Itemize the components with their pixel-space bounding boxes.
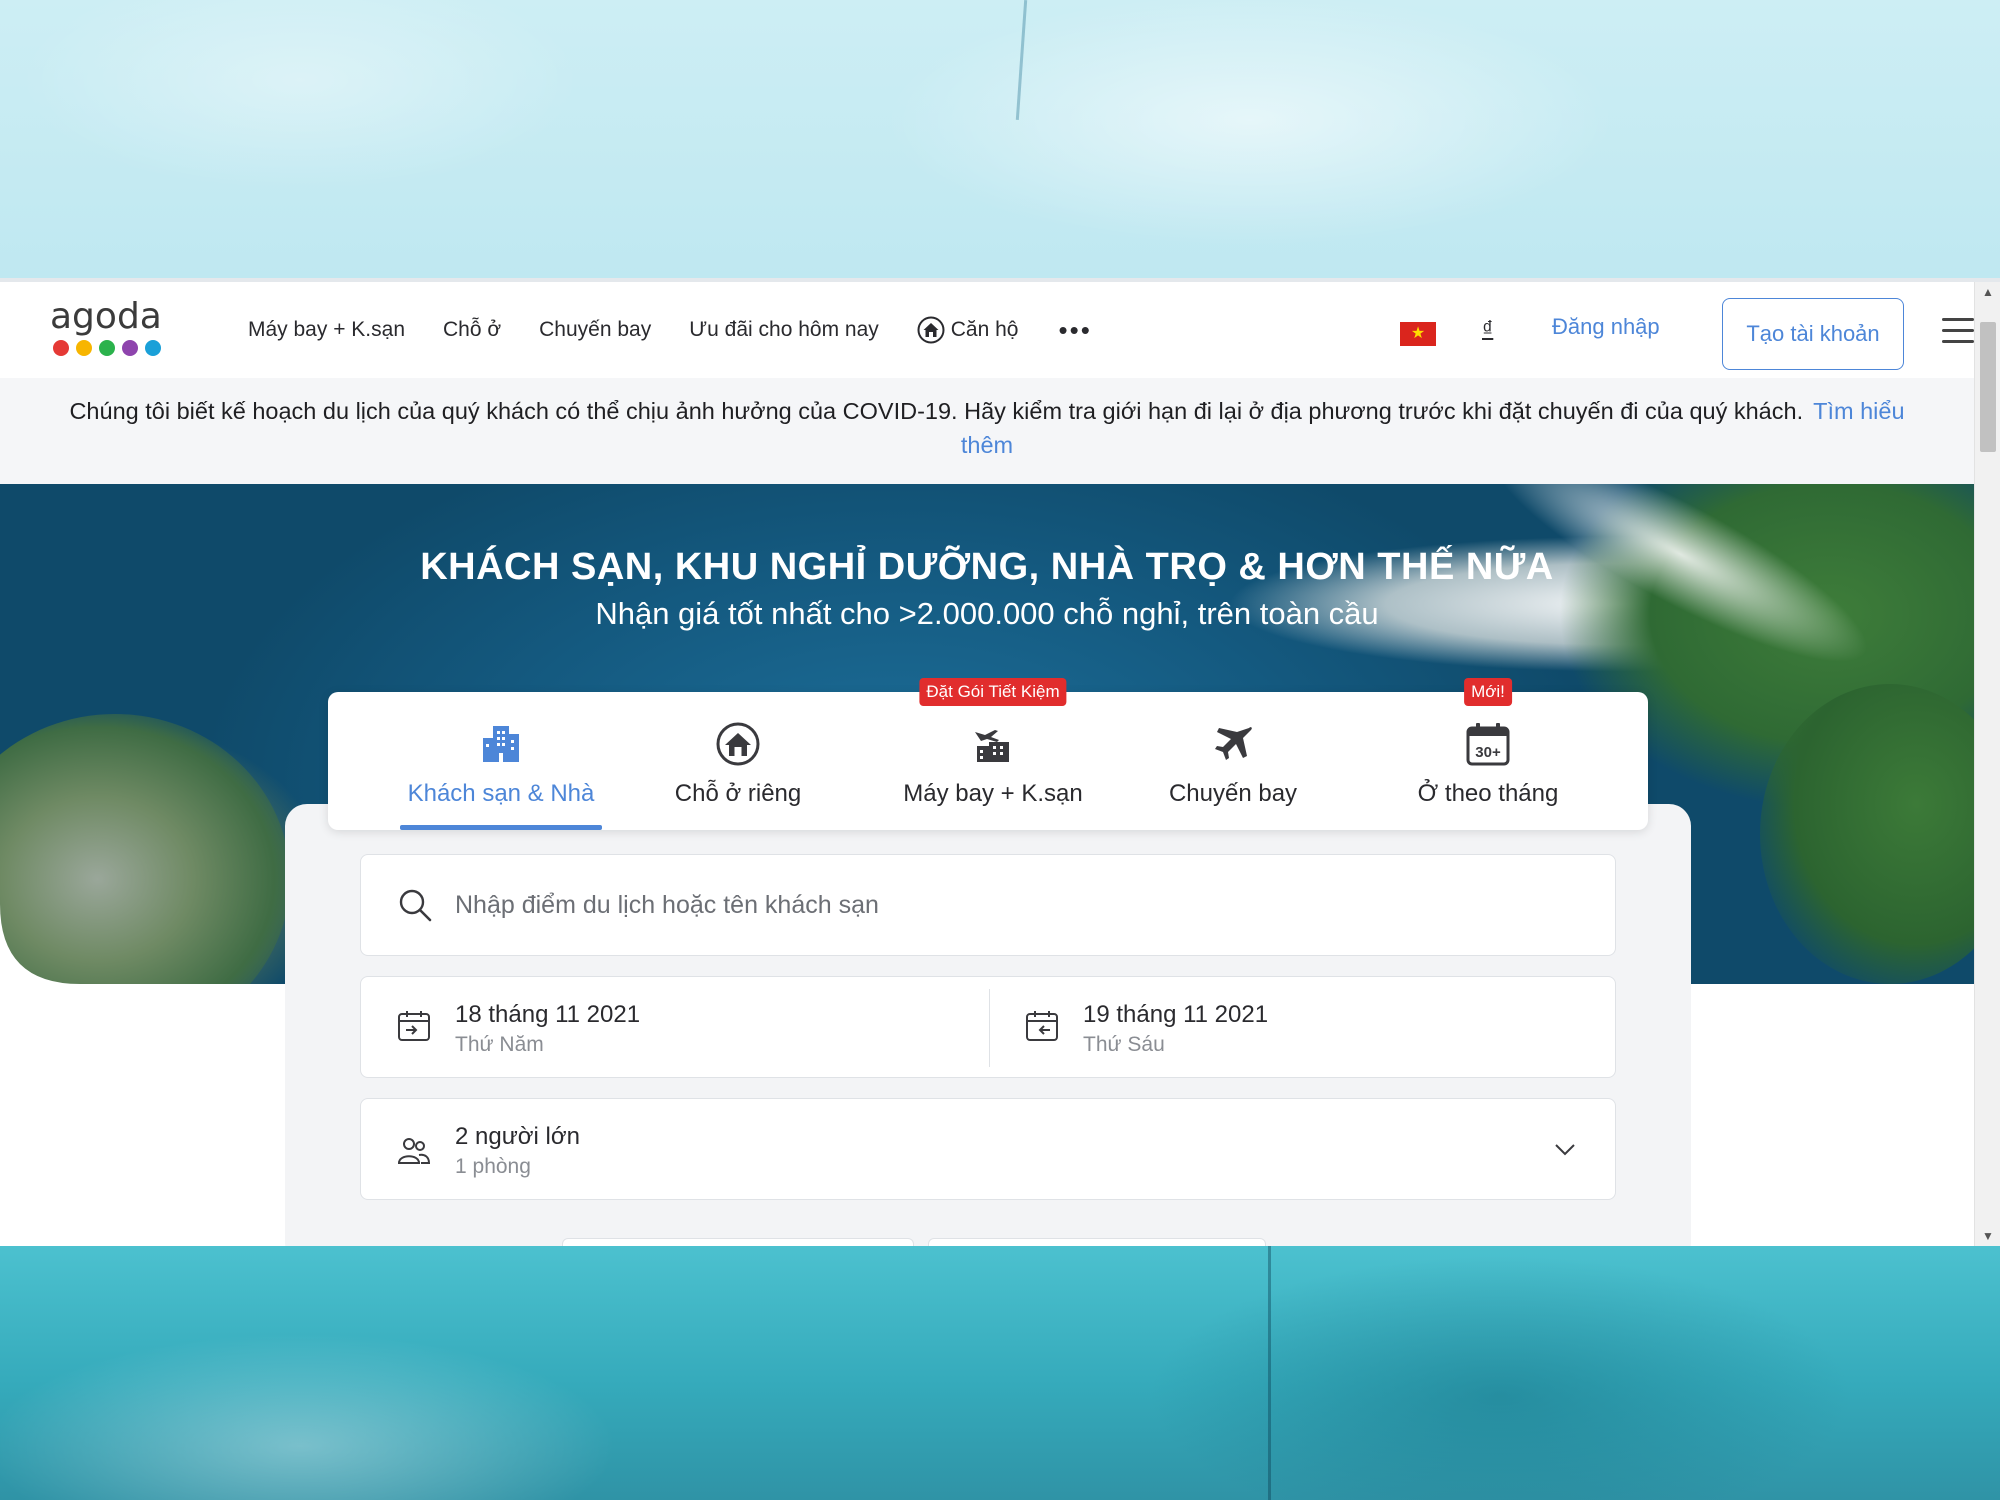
checkout-date[interactable]: 19 tháng 11 2021 Thứ Sáu bbox=[989, 977, 1617, 1079]
checkin-date[interactable]: 18 tháng 11 2021 Thứ Năm bbox=[361, 977, 989, 1079]
tab-flight-hotel[interactable]: Đặt Gói Tiết Kiệm Máy bay + K.sạn bbox=[888, 678, 1098, 830]
option-pill-partial[interactable] bbox=[928, 1238, 1266, 1246]
airplane-icon bbox=[1215, 727, 1252, 760]
page-scrollbar[interactable]: ▲ ▼ bbox=[1974, 282, 2000, 1246]
home-icon bbox=[917, 316, 945, 344]
tab-label: Chuyến bay bbox=[1168, 780, 1298, 807]
logo-dot bbox=[76, 340, 92, 356]
nav-label: Chuyến bay bbox=[539, 318, 652, 341]
hero-corner-curve bbox=[0, 904, 80, 984]
checkin-weekday: Thứ Năm bbox=[455, 1033, 544, 1056]
checkout-date-value: 19 tháng 11 2021 bbox=[1083, 1001, 1269, 1028]
tab-hotels-homes[interactable]: Khách sạn & Nhà bbox=[400, 692, 602, 830]
main-nav: Máy bay + K.sạn Chỗ ở Chuyến bay Ưu đãi … bbox=[248, 282, 1130, 378]
logo-dots bbox=[53, 340, 170, 356]
nav-label: Ưu đãi cho hôm nay bbox=[689, 318, 879, 341]
tab-flights[interactable]: Chuyến bay bbox=[1158, 692, 1308, 830]
checkin-date-value: 18 tháng 11 2021 bbox=[455, 1001, 641, 1028]
logo-dot bbox=[53, 340, 69, 356]
login-link[interactable]: Đăng nhập bbox=[1552, 314, 1660, 340]
scrollbar-thumb[interactable] bbox=[1980, 322, 1996, 452]
nav-apartments[interactable]: Căn hộ bbox=[917, 316, 1019, 344]
destination-search-input[interactable] bbox=[455, 890, 1555, 920]
tab-monthly-stays[interactable]: Mới! 30+ Ở theo tháng bbox=[1388, 678, 1588, 830]
tab-label: Ở theo tháng bbox=[1417, 780, 1559, 807]
date-range-picker: 18 tháng 11 2021 Thứ Năm 19 tháng 11 202… bbox=[360, 976, 1616, 1078]
nav-label: Căn hộ bbox=[950, 318, 1019, 341]
tab-private-stays[interactable]: Chỗ ở riêng bbox=[658, 692, 818, 830]
checkin-calendar-icon bbox=[398, 1011, 430, 1041]
menu-line bbox=[1942, 340, 1974, 343]
logo-dot bbox=[145, 340, 161, 356]
promo-badge: Đặt Gói Tiết Kiệm bbox=[919, 678, 1067, 706]
checkout-calendar-icon bbox=[1026, 1011, 1058, 1041]
hotel-building-icon bbox=[483, 726, 519, 762]
nav-label: Máy bay + K.sạn bbox=[248, 318, 405, 341]
nav-deals-today[interactable]: Ưu đãi cho hôm nay bbox=[689, 318, 879, 342]
agoda-page: KHÁCH SẠN, KHU NGHỈ DƯỠNG, NHÀ TRỌ & HƠN… bbox=[0, 282, 1974, 1246]
covid-notice-text: Chúng tôi biết kế hoạch du lịch của quý … bbox=[69, 398, 1804, 424]
destination-search-box[interactable] bbox=[360, 854, 1616, 956]
agoda-logo[interactable]: agoda bbox=[50, 298, 170, 364]
product-tabs: Khách sạn & Nhà Chỗ ở riêng Đặt Gói Tiết… bbox=[328, 678, 1648, 830]
guests-room-selector[interactable]: 2 người lớn 1 phòng bbox=[360, 1098, 1616, 1200]
hero-title: KHÁCH SẠN, KHU NGHỈ DƯỠNG, NHÀ TRỌ & HƠN… bbox=[420, 546, 1554, 588]
browser-window: KHÁCH SẠN, KHU NGHỈ DƯỠNG, NHÀ TRỌ & HƠN… bbox=[0, 278, 2000, 1246]
flight-hotel-icon bbox=[975, 730, 1009, 762]
scroll-down-arrow-icon[interactable]: ▼ bbox=[1975, 1226, 2000, 1246]
chevron-down-icon bbox=[1555, 1144, 1575, 1156]
hero-subtitle: Nhận giá tốt nhất cho >2.000.000 chỗ ngh… bbox=[595, 596, 1379, 631]
option-pill-partial[interactable] bbox=[562, 1238, 914, 1246]
nav-flights[interactable]: Chuyến bay bbox=[539, 318, 651, 342]
vietnam-flag-icon[interactable]: ★ bbox=[1400, 322, 1436, 346]
more-menu-icon[interactable]: ••• bbox=[1058, 315, 1091, 346]
currency-selector[interactable]: ₫ bbox=[1482, 316, 1493, 342]
logo-dot bbox=[99, 340, 115, 356]
top-header: agoda Máy bay + K.sạn Chỗ ở Chuyến bay Ư… bbox=[0, 282, 1974, 378]
active-tab-indicator bbox=[400, 825, 602, 830]
desktop-background-bottom bbox=[0, 1246, 2000, 1500]
guests-count: 2 người lớn bbox=[455, 1123, 580, 1150]
desktop-background-top bbox=[0, 0, 2000, 278]
nav-flight-hotel[interactable]: Máy bay + K.sạn bbox=[248, 318, 405, 342]
checkout-weekday: Thứ Sáu bbox=[1083, 1033, 1165, 1056]
nav-accommodation[interactable]: Chỗ ở bbox=[443, 318, 501, 342]
tab-label: Khách sạn & Nhà bbox=[407, 780, 595, 807]
hamburger-menu-icon[interactable] bbox=[1942, 318, 1974, 346]
rooms-count: 1 phòng bbox=[455, 1155, 531, 1178]
logo-dot bbox=[122, 340, 138, 356]
calendar-30-icon: 30+ bbox=[1466, 723, 1510, 766]
tab-label: Chỗ ở riêng bbox=[674, 780, 802, 807]
logo-wordmark: agoda bbox=[50, 296, 162, 337]
new-badge: Mới! bbox=[1464, 678, 1512, 706]
hero-island-right bbox=[1760, 684, 1974, 984]
guests-icon bbox=[397, 1138, 431, 1164]
menu-line bbox=[1942, 318, 1974, 321]
tab-label: Máy bay + K.sạn bbox=[903, 780, 1083, 807]
create-account-button[interactable]: Tạo tài khoản bbox=[1722, 298, 1904, 370]
scroll-up-arrow-icon[interactable]: ▲ bbox=[1975, 282, 2000, 302]
covid-notice: Chúng tôi biết kế hoạch du lịch của quý … bbox=[0, 378, 1974, 484]
svg-text:30+: 30+ bbox=[1475, 744, 1501, 761]
nav-label: Chỗ ở bbox=[443, 318, 502, 341]
search-icon bbox=[399, 889, 432, 922]
home-icon bbox=[716, 722, 760, 766]
menu-line bbox=[1942, 329, 1974, 332]
